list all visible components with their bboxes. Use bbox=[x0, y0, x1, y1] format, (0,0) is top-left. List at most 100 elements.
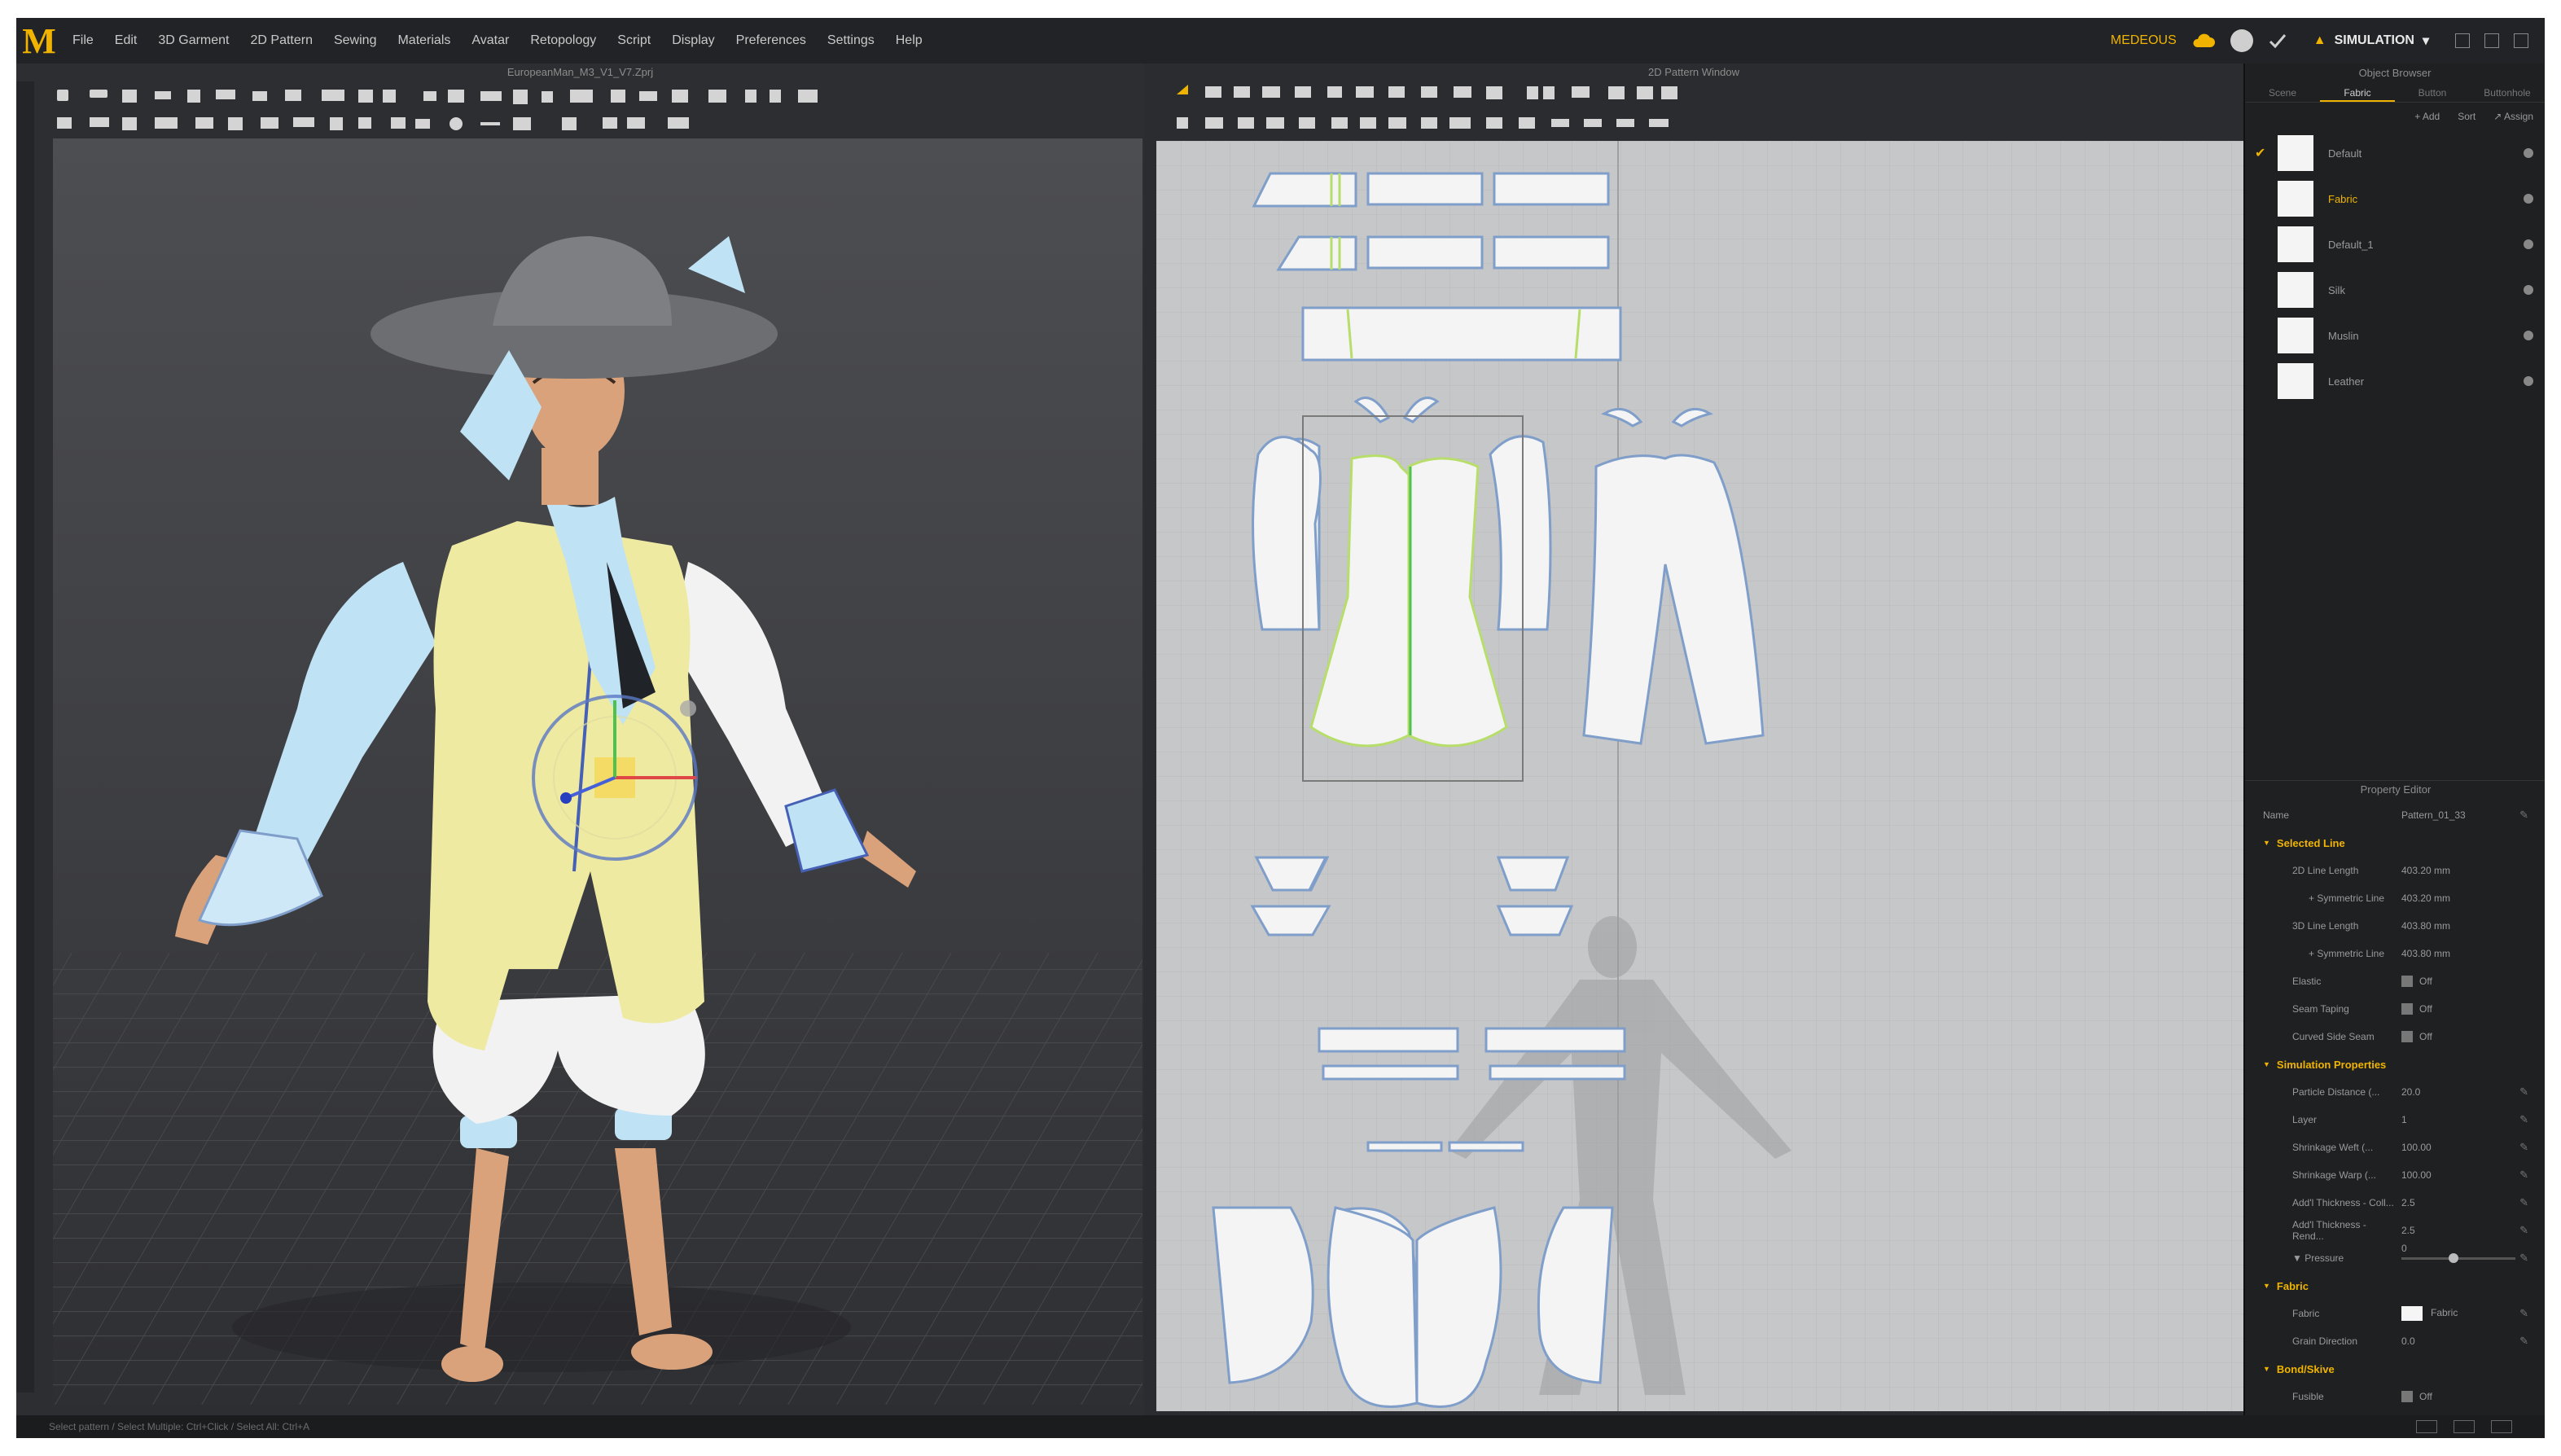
eye-icon[interactable] bbox=[2524, 148, 2533, 158]
edit-icon[interactable]: ✎ bbox=[2519, 1169, 2528, 1182]
slider-handle[interactable] bbox=[2449, 1253, 2458, 1263]
pattern-pocket-flap-3[interactable] bbox=[1496, 856, 1570, 892]
help-icon[interactable] bbox=[2230, 29, 2253, 52]
menu-retopology[interactable]: Retopology bbox=[530, 33, 596, 48]
fabric-item-muslin[interactable]: Muslin bbox=[2245, 313, 2545, 358]
prop-value[interactable]: 0.0 bbox=[2401, 1335, 2415, 1347]
prop-section[interactable]: Selected Line bbox=[2245, 829, 2545, 857]
pattern-cuff-2[interactable] bbox=[1366, 172, 1484, 206]
fabric-swatch[interactable] bbox=[2401, 1306, 2423, 1321]
minimize-button[interactable] bbox=[2455, 33, 2470, 48]
menu-file[interactable]: File bbox=[72, 33, 94, 48]
pattern-pocket-flap-4[interactable] bbox=[1496, 905, 1574, 936]
checkbox[interactable] bbox=[2401, 976, 2413, 988]
menu-script[interactable]: Script bbox=[617, 33, 651, 48]
prop-checkbox[interactable]: Off bbox=[2401, 1003, 2432, 1015]
layout-split-icon[interactable] bbox=[2454, 1420, 2475, 1433]
tab-fabric[interactable]: Fabric bbox=[2320, 83, 2395, 102]
pattern-strap-1[interactable] bbox=[1322, 1064, 1459, 1081]
prop-section[interactable]: Bond/Skive bbox=[2245, 1355, 2545, 1383]
edit-icon[interactable]: ✎ bbox=[2519, 1252, 2528, 1265]
3d-toolbar[interactable] bbox=[41, 81, 1132, 138]
menu-settings[interactable]: Settings bbox=[827, 33, 875, 48]
fabric-swatch bbox=[2278, 135, 2313, 171]
menu-edit[interactable]: Edit bbox=[115, 33, 138, 48]
pattern-waistband-2[interactable] bbox=[1484, 1027, 1626, 1053]
pattern-tie-1[interactable] bbox=[1366, 1141, 1443, 1152]
prop-value[interactable]: 100.00 bbox=[2401, 1142, 2432, 1153]
checkbox[interactable] bbox=[2401, 1391, 2413, 1403]
menu-3d-garment[interactable]: 3D Garment bbox=[158, 33, 229, 48]
prop-value[interactable]: 20.0 bbox=[2401, 1086, 2420, 1098]
eye-icon[interactable] bbox=[2524, 285, 2533, 295]
simulation-mode-dropdown[interactable]: ▲ SIMULATION ▾ bbox=[2302, 29, 2440, 53]
pattern-cuff-5[interactable] bbox=[1366, 235, 1484, 270]
prop-value[interactable]: Fabric bbox=[2401, 1306, 2458, 1321]
pattern-waistband-1[interactable] bbox=[1318, 1027, 1459, 1053]
pattern-canvas[interactable] bbox=[1156, 141, 2243, 1411]
fabric-item-fabric[interactable]: Fabric bbox=[2245, 176, 2545, 221]
prop-checkbox[interactable]: Off bbox=[2401, 1031, 2432, 1043]
pattern-strap-2[interactable] bbox=[1489, 1064, 1626, 1081]
tab-buttonhole[interactable]: Buttonhole bbox=[2470, 83, 2545, 102]
edit-icon[interactable]: ✎ bbox=[2519, 1196, 2528, 1209]
menu-preferences[interactable]: Preferences bbox=[736, 33, 806, 48]
prop-section[interactable]: Fabric bbox=[2245, 1272, 2545, 1300]
sort-button[interactable]: Sort bbox=[2458, 111, 2475, 122]
prop-value: 403.80 mm bbox=[2401, 920, 2450, 932]
edit-icon[interactable]: ✎ bbox=[2519, 1335, 2528, 1348]
cloud-icon[interactable] bbox=[2191, 30, 2216, 51]
maximize-button[interactable] bbox=[2484, 33, 2499, 48]
edit-icon[interactable]: ✎ bbox=[2519, 809, 2528, 822]
prop-value[interactable]: 1 bbox=[2401, 1114, 2407, 1125]
menu-materials[interactable]: Materials bbox=[397, 33, 450, 48]
3d-viewport[interactable] bbox=[53, 138, 1142, 1405]
2d-toolbar[interactable] bbox=[1160, 81, 2235, 138]
edit-icon[interactable]: ✎ bbox=[2519, 1113, 2528, 1126]
prop-value[interactable]: 2.5 bbox=[2401, 1225, 2415, 1236]
prop-row: Add'l Thickness - Coll... 2.5 ✎ bbox=[2245, 1189, 2545, 1217]
eye-icon[interactable] bbox=[2524, 194, 2533, 204]
layout-single-icon[interactable] bbox=[2416, 1420, 2437, 1433]
menu-2d-pattern[interactable]: 2D Pattern bbox=[251, 33, 313, 48]
assign-button[interactable]: ↗ Assign bbox=[2493, 111, 2533, 122]
eye-icon[interactable] bbox=[2524, 239, 2533, 249]
tab-scene[interactable]: Scene bbox=[2245, 83, 2320, 102]
pattern-cuff-6[interactable] bbox=[1493, 235, 1610, 270]
user-name[interactable]: MEDEOUS bbox=[2111, 33, 2177, 48]
pattern-tie-2[interactable] bbox=[1448, 1141, 1524, 1152]
add-fabric-button[interactable]: + Add bbox=[2414, 111, 2440, 122]
prop-section[interactable]: Simulation Properties bbox=[2245, 1050, 2545, 1078]
pressure-slider[interactable] bbox=[2401, 1253, 2515, 1263]
edit-icon[interactable]: ✎ bbox=[2519, 1307, 2528, 1320]
fabric-item-default[interactable]: ✔ Default bbox=[2245, 130, 2545, 176]
prop-value[interactable]: 100.00 bbox=[2401, 1169, 2432, 1181]
menu-sewing[interactable]: Sewing bbox=[334, 33, 376, 48]
tab-button[interactable]: Button bbox=[2395, 83, 2470, 102]
checkbox[interactable] bbox=[2401, 1031, 2413, 1043]
checkmark-icon[interactable] bbox=[2268, 31, 2287, 50]
edit-icon[interactable]: ✎ bbox=[2519, 1141, 2528, 1154]
prop-checkbox[interactable]: Off bbox=[2401, 976, 2432, 988]
edit-icon[interactable]: ✎ bbox=[2519, 1085, 2528, 1099]
layout-grid-icon[interactable] bbox=[2491, 1420, 2512, 1433]
fabric-item-leather[interactable]: Leather bbox=[2245, 358, 2545, 404]
fabric-item-silk[interactable]: Silk bbox=[2245, 267, 2545, 313]
edit-icon[interactable]: ✎ bbox=[2519, 1224, 2528, 1237]
pattern-name-field[interactable]: Pattern_01_33 bbox=[2401, 809, 2466, 821]
menu-display[interactable]: Display bbox=[672, 33, 714, 48]
pattern-cuff-3[interactable] bbox=[1493, 172, 1610, 206]
fabric-item-default-1[interactable]: Default_1 bbox=[2245, 221, 2545, 267]
menu-avatar[interactable]: Avatar bbox=[471, 33, 509, 48]
eye-icon[interactable] bbox=[2524, 376, 2533, 386]
prop-checkbox[interactable]: Off bbox=[2401, 1391, 2432, 1403]
close-button[interactable] bbox=[2514, 33, 2528, 48]
menu-help[interactable]: Help bbox=[896, 33, 923, 48]
pattern-sleeve-left[interactable] bbox=[1252, 436, 1322, 631]
eye-icon[interactable] bbox=[2524, 331, 2533, 340]
pattern-sleeve-right[interactable] bbox=[1489, 435, 1552, 631]
checkbox[interactable] bbox=[2401, 1003, 2413, 1015]
prop-value: 403.20 mm bbox=[2401, 865, 2450, 876]
prop-value[interactable]: 2.5 bbox=[2401, 1197, 2415, 1208]
side-tab-strip[interactable] bbox=[16, 81, 34, 1392]
